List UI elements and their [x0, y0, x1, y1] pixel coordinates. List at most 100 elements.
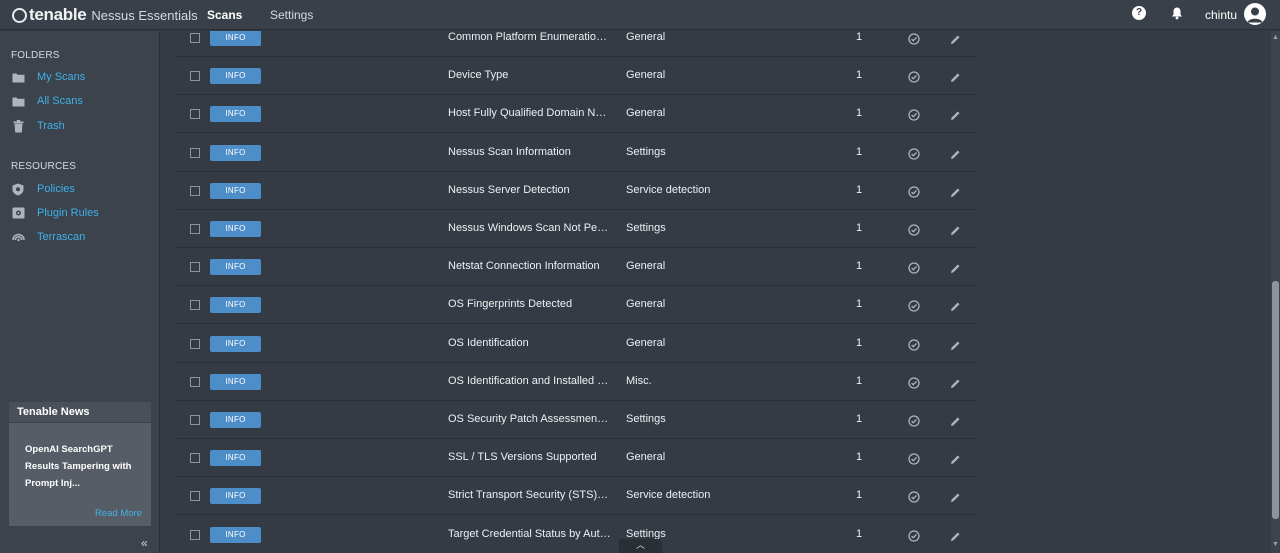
plugin-name[interactable]: Strict Transport Security (STS) Detectio…	[448, 489, 611, 501]
plugin-count: 1	[856, 527, 863, 540]
folder-icon	[11, 70, 25, 84]
edit-pencil-icon[interactable]	[950, 185, 961, 197]
scrollbar-thumb[interactable]	[1272, 281, 1279, 519]
edit-pencil-icon[interactable]	[950, 490, 961, 503]
severity-badge: INFO	[210, 259, 261, 276]
bell-icon[interactable]	[1170, 6, 1184, 20]
row-checkbox[interactable]	[190, 224, 200, 234]
edit-pencil-icon[interactable]	[950, 529, 961, 541]
table-row[interactable]: INFO OS Identification and Installed Soft…	[176, 362, 977, 401]
collapse-sidebar-icon[interactable]: «	[141, 536, 148, 550]
table-row[interactable]: INFO Device Type General 1	[176, 57, 977, 96]
check-circle-icon[interactable]	[908, 529, 920, 542]
sidebar-item-trash[interactable]: Trash	[11, 117, 65, 135]
plugin-name[interactable]: OS Security Patch Assessment Not Availab…	[448, 413, 611, 425]
sidebar-item-all-scans[interactable]: All Scans	[11, 92, 83, 110]
edit-pencil-icon[interactable]	[950, 32, 961, 44]
row-checkbox[interactable]	[190, 109, 200, 120]
edit-pencil-icon[interactable]	[950, 70, 961, 83]
severity-badge: INFO	[210, 68, 261, 85]
row-checkbox[interactable]	[190, 300, 200, 311]
plugin-name[interactable]: SSL / TLS Versions Supported	[448, 451, 611, 463]
edit-pencil-icon[interactable]	[950, 452, 961, 465]
row-checkbox[interactable]	[190, 376, 200, 387]
back-to-top-button[interactable]: ︿	[619, 539, 662, 553]
table-row[interactable]: INFO Host Fully Qualified Domain Name (FQ…	[176, 95, 977, 134]
table-row[interactable]: INFO SSL / TLS Versions Supported General 1	[176, 439, 977, 478]
row-checkbox[interactable]	[190, 491, 200, 502]
severity-badge: INFO	[210, 31, 261, 46]
row-checkbox[interactable]	[190, 185, 200, 196]
row-checkbox[interactable]	[190, 529, 200, 540]
plugin-count: 1	[856, 489, 863, 502]
nav-tab-scans[interactable]: Scans	[207, 8, 242, 22]
edit-pencil-icon[interactable]	[950, 299, 961, 312]
edit-pencil-icon[interactable]	[950, 223, 961, 235]
check-circle-icon[interactable]	[908, 299, 920, 313]
row-checkbox[interactable]	[190, 33, 200, 43]
edit-pencil-icon[interactable]	[950, 108, 961, 121]
plugin-name[interactable]: Host Fully Qualified Domain Name (FQDN) …	[448, 107, 611, 119]
table-row[interactable]: INFO Nessus Windows Scan Not Performed Set…	[176, 210, 977, 248]
table-row[interactable]: INFO OS Fingerprints Detected General 1	[176, 286, 977, 325]
plugin-name[interactable]: Nessus Server Detection	[448, 184, 611, 196]
sidebar-item-plugin-rules[interactable]: Plugin Rules	[11, 204, 99, 222]
scroll-down-icon[interactable]: ▼	[1272, 541, 1279, 548]
news-headline[interactable]: OpenAI SearchGPT Results Tampering with …	[9, 423, 151, 492]
row-checkbox[interactable]	[190, 415, 200, 425]
row-checkbox[interactable]	[190, 453, 200, 464]
plugin-name[interactable]: Device Type	[448, 69, 611, 81]
table-row[interactable]: INFO Target Credential Status by Authenti…	[176, 515, 977, 553]
check-circle-icon[interactable]	[908, 223, 920, 236]
check-circle-icon[interactable]	[908, 185, 920, 198]
check-circle-icon[interactable]	[908, 108, 920, 122]
check-circle-icon[interactable]	[908, 490, 920, 504]
sidebar-item-policies[interactable]: Policies	[11, 180, 75, 198]
table-row[interactable]: INFO Common Platform Enumeration (CPE) Gen…	[176, 31, 977, 57]
check-circle-icon[interactable]	[908, 414, 920, 427]
nav-tab-settings[interactable]: Settings	[270, 8, 313, 22]
check-circle-icon[interactable]	[908, 452, 920, 465]
edit-pencil-icon[interactable]	[950, 414, 961, 426]
edit-pencil-icon[interactable]	[950, 261, 961, 274]
severity-badge: INFO	[210, 297, 261, 314]
check-circle-icon[interactable]	[908, 32, 920, 45]
table-row[interactable]: INFO OS Identification General 1	[176, 324, 977, 363]
tenable-logo[interactable]: tenable Nessus Essentials	[12, 4, 198, 26]
check-circle-icon[interactable]	[908, 376, 920, 389]
check-circle-icon[interactable]	[908, 70, 920, 83]
edit-pencil-icon[interactable]	[950, 338, 961, 350]
plugin-count: 1	[856, 145, 863, 158]
plugin-name[interactable]: Netstat Connection Information	[448, 260, 611, 272]
sidebar-item-my-scans[interactable]: My Scans	[11, 68, 85, 86]
sidebar-item-terrascan[interactable]: Terrascan	[11, 228, 85, 246]
table-row[interactable]: INFO Strict Transport Security (STS) Dete…	[176, 477, 977, 516]
table-row[interactable]: INFO Nessus Server Detection Service detec…	[176, 171, 977, 210]
plugin-name[interactable]: OS Fingerprints Detected	[448, 298, 611, 310]
plugin-name[interactable]: OS Identification	[448, 337, 611, 349]
severity-badge: INFO	[210, 106, 261, 123]
user-avatar-icon[interactable]	[1244, 3, 1266, 25]
row-checkbox[interactable]	[190, 262, 200, 273]
severity-badge: INFO	[210, 335, 261, 352]
check-circle-icon[interactable]	[908, 147, 920, 160]
row-checkbox[interactable]	[190, 147, 200, 158]
plugin-name[interactable]: Nessus Windows Scan Not Performed	[448, 222, 611, 234]
news-read-more-link[interactable]: Read More	[95, 508, 142, 519]
plugin-name[interactable]: OS Identification and Installed Software	[448, 375, 611, 387]
edit-pencil-icon[interactable]	[950, 376, 961, 388]
check-circle-icon[interactable]	[908, 261, 920, 274]
username[interactable]: chintu	[1205, 8, 1237, 22]
plugin-name[interactable]: Nessus Scan Information	[448, 146, 611, 158]
row-checkbox[interactable]	[190, 71, 200, 82]
scroll-up-icon[interactable]: ▲	[1272, 34, 1279, 41]
help-icon[interactable]: ?	[1132, 6, 1146, 20]
plugin-name[interactable]: Common Platform Enumeration (CPE)	[448, 31, 611, 43]
row-checkbox[interactable]	[190, 338, 200, 349]
edit-pencil-icon[interactable]	[950, 147, 961, 159]
table-row[interactable]: INFO OS Security Patch Assessment Not Ava…	[176, 401, 977, 439]
table-row[interactable]: INFO Netstat Connection Information Genera…	[176, 248, 977, 287]
plugin-name[interactable]: Target Credential Status by Authenticati…	[448, 528, 611, 540]
check-circle-icon[interactable]	[908, 338, 920, 351]
table-row[interactable]: INFO Nessus Scan Information Settings 1	[176, 133, 977, 172]
